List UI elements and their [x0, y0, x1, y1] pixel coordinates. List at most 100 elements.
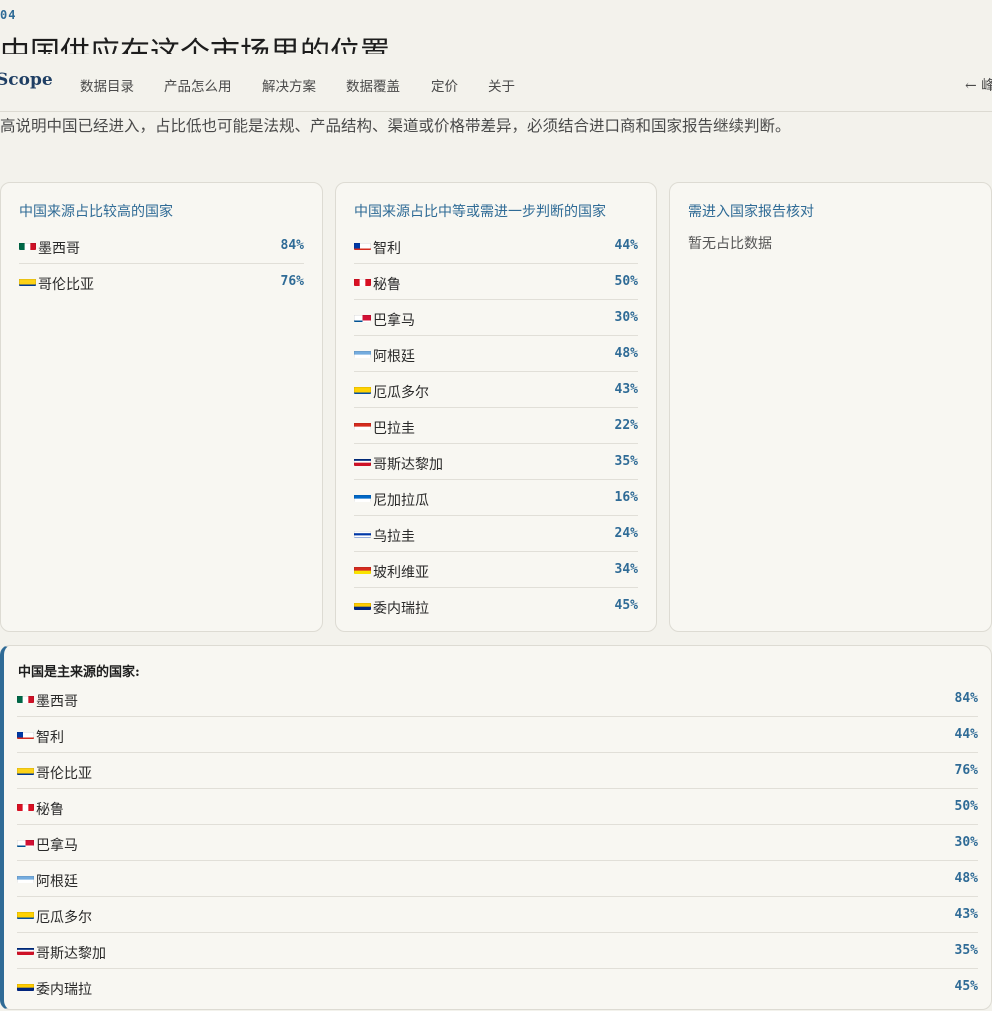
country-list: 智利 44% 秘鲁 50% 巴拿马 30% 阿根廷 48% 厄瓜多尔 43% 巴拉圭 22% 哥斯达黎加… [354, 228, 638, 623]
country-name: 哥伦比亚 [38, 277, 94, 293]
bolivia-flag-icon [354, 563, 371, 574]
country-row: 委内瑞拉 45% [17, 969, 978, 1004]
country-name: 哥伦比亚 [36, 766, 92, 782]
costa-rica-flag-icon [354, 455, 371, 466]
share-percent: 43% [614, 382, 638, 397]
intro-paragraph: 高说明中国已经进入，占比低也可能是法规、产品结构、渠道或价格带差异，必须结合进口… [0, 117, 791, 135]
share-percent: 35% [614, 454, 638, 469]
country-name: 阿根廷 [36, 874, 78, 890]
country-row: 玻利维亚 34% [354, 552, 638, 588]
medium-share-card: 中国来源占比中等或需进一步判断的国家 智利 44% 秘鲁 50% 巴拿马 30% 阿根廷 48… [335, 182, 657, 632]
share-percent: 34% [614, 562, 638, 577]
country-row: 厄瓜多尔 43% [354, 372, 638, 408]
share-percent: 84% [280, 238, 304, 253]
country-name: 尼加拉瓜 [373, 493, 429, 509]
country-name: 巴拿马 [373, 313, 415, 329]
chile-flag-icon [17, 728, 34, 739]
peru-flag-icon [354, 275, 371, 286]
page-title: 中国供应在这个市场里的位置 [0, 36, 390, 54]
country-name: 玻利维亚 [373, 565, 429, 581]
share-percent: 48% [954, 871, 978, 886]
country-row: 哥斯达黎加 35% [354, 444, 638, 480]
nav-item-about[interactable]: 关于 [488, 75, 515, 95]
country-name: 厄瓜多尔 [36, 910, 92, 926]
country-row: 巴拿马 30% [354, 300, 638, 336]
nicaragua-flag-icon [354, 491, 371, 502]
mexico-flag-icon [17, 692, 34, 703]
country-row: 秘鲁 50% [17, 789, 978, 825]
main-source-panel: 中国是主来源的国家: 墨西哥 84% 智利 44% 哥伦比亚 76% 秘鲁 50% 巴拿马 30%… [0, 645, 992, 1010]
nav-item-solutions[interactable]: 解决方案 [262, 75, 316, 95]
share-percent: 22% [614, 418, 638, 433]
nav-item-how-to-use[interactable]: 产品怎么用 [164, 75, 232, 95]
mexico-flag-icon [19, 239, 36, 250]
country-row: 委内瑞拉 45% [354, 588, 638, 623]
share-percent: 45% [954, 979, 978, 994]
venezuela-flag-icon [17, 980, 34, 991]
country-row: 秘鲁 50% [354, 264, 638, 300]
country-name: 秘鲁 [36, 802, 64, 818]
share-percent: 44% [614, 238, 638, 253]
card-title: 需进入国家报告核对 [688, 204, 814, 220]
country-row: 墨西哥 84% [19, 228, 304, 264]
country-name: 墨西哥 [38, 241, 80, 257]
top-navbar: Scope 数据目录 产品怎么用 解决方案 数据覆盖 定价 关于 ← 峰 [0, 54, 992, 112]
share-percent: 30% [614, 310, 638, 325]
venezuela-flag-icon [354, 599, 371, 610]
nav-item-pricing[interactable]: 定价 [431, 75, 458, 95]
country-row: 尼加拉瓜 16% [354, 480, 638, 516]
share-percent: 48% [614, 346, 638, 361]
country-name: 墨西哥 [36, 694, 78, 710]
share-percent: 50% [614, 274, 638, 289]
country-row: 哥斯达黎加 35% [17, 933, 978, 969]
panama-flag-icon [354, 311, 371, 322]
country-row: 巴拿马 30% [17, 825, 978, 861]
country-row: 智利 44% [354, 228, 638, 264]
share-percent: 30% [954, 835, 978, 850]
country-name: 厄瓜多尔 [373, 385, 429, 401]
country-row: 阿根廷 48% [17, 861, 978, 897]
country-row: 墨西哥 84% [17, 681, 978, 717]
country-name: 乌拉圭 [373, 529, 415, 545]
share-percent: 76% [954, 763, 978, 778]
empty-state-text: 暂无占比数据 [688, 236, 772, 252]
panel-title: 中国是主来源的国家: [18, 665, 140, 680]
colombia-flag-icon [19, 275, 36, 286]
nav-item-coverage[interactable]: 数据覆盖 [346, 75, 400, 95]
share-percent: 50% [954, 799, 978, 814]
brand-logo[interactable]: Scope [0, 70, 53, 90]
country-name: 阿根廷 [373, 349, 415, 365]
country-name: 智利 [36, 730, 64, 746]
country-name: 巴拉圭 [373, 421, 415, 437]
country-row: 哥伦比亚 76% [17, 753, 978, 789]
panama-flag-icon [17, 836, 34, 847]
country-list: 墨西哥 84% 哥伦比亚 76% [19, 228, 304, 299]
high-share-card: 中国来源占比较高的国家 墨西哥 84% 哥伦比亚 76% [0, 182, 323, 632]
section-number: 04 [0, 8, 17, 22]
country-row: 巴拉圭 22% [354, 408, 638, 444]
costa-rica-flag-icon [17, 944, 34, 955]
card-title: 中国来源占比中等或需进一步判断的国家 [354, 204, 606, 220]
country-row: 厄瓜多尔 43% [17, 897, 978, 933]
country-name: 哥斯达黎加 [36, 946, 106, 962]
share-percent: 24% [614, 526, 638, 541]
country-name: 巴拿马 [36, 838, 78, 854]
verify-card: 需进入国家报告核对 暂无占比数据 [669, 182, 992, 632]
colombia-flag-icon [17, 764, 34, 775]
nav-item-catalog[interactable]: 数据目录 [80, 75, 134, 95]
share-percent: 16% [614, 490, 638, 505]
country-name: 委内瑞拉 [36, 982, 92, 998]
back-link[interactable]: ← 峰 [965, 75, 992, 95]
ecuador-flag-icon [354, 383, 371, 394]
country-row: 乌拉圭 24% [354, 516, 638, 552]
uruguay-flag-icon [354, 527, 371, 538]
country-name: 秘鲁 [373, 277, 401, 293]
card-title: 中国来源占比较高的国家 [19, 204, 173, 220]
share-percent: 76% [280, 274, 304, 289]
argentina-flag-icon [354, 347, 371, 358]
country-name: 委内瑞拉 [373, 601, 429, 617]
peru-flag-icon [17, 800, 34, 811]
chile-flag-icon [354, 239, 371, 250]
share-percent: 43% [954, 907, 978, 922]
share-percent: 44% [954, 727, 978, 742]
